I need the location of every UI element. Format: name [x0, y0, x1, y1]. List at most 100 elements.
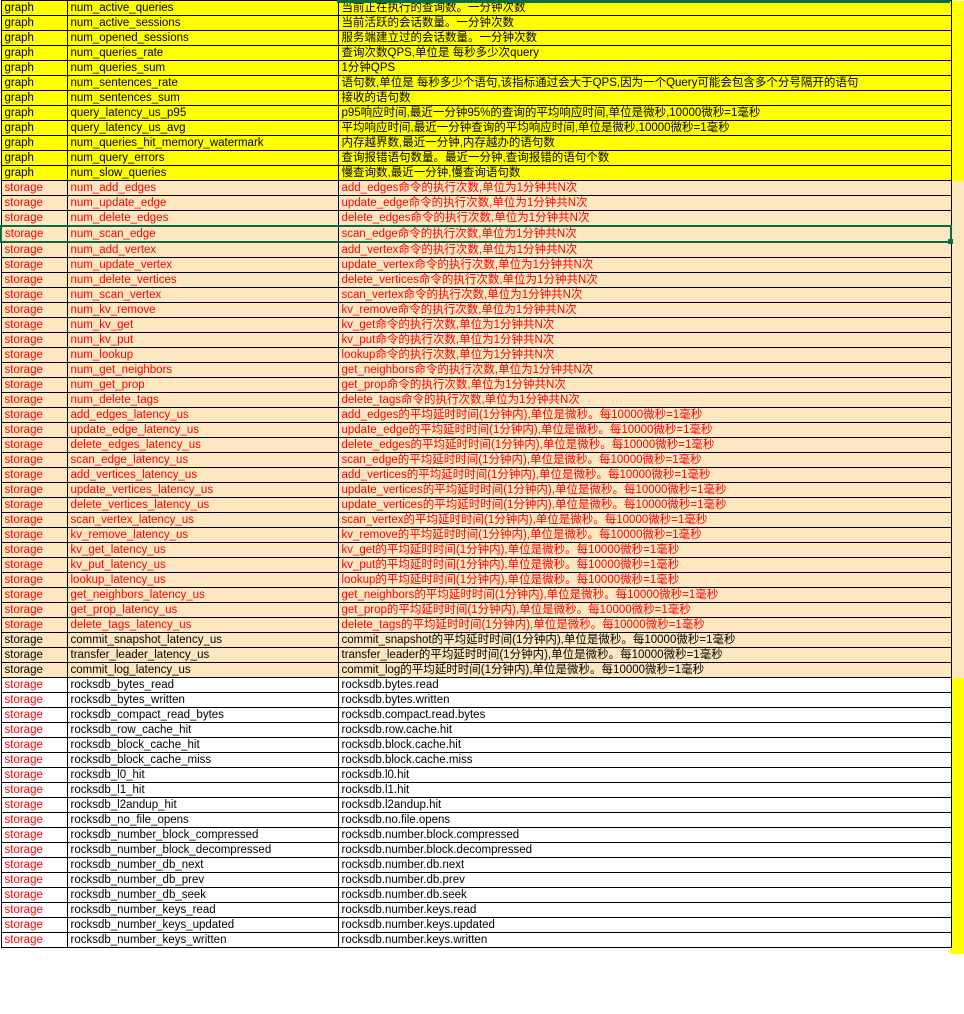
cell-description[interactable]: update_edge的平均延时时间(1分钟内),单位是微秒。每10000微秒=… — [337, 422, 952, 438]
cell-description[interactable]: rocksdb.no.file.opens — [337, 812, 952, 828]
cell-metric[interactable]: query_latency_us_p95 — [66, 105, 339, 121]
table-row[interactable]: storage num_kv_get kv_get命令的执行次数,单位为1分钟共N次 — [0, 317, 952, 333]
cell-metric[interactable]: get_neighbors_latency_us — [66, 587, 339, 603]
cell-metric[interactable]: rocksdb_number_block_decompressed — [66, 842, 339, 858]
cell-metric[interactable]: rocksdb_no_file_opens — [66, 812, 339, 828]
cell-description[interactable]: 1分钟QPS — [337, 60, 952, 76]
table-row[interactable]: graph num_query_errors 查询报错语句数量。最近一分钟,查询报错… — [0, 150, 952, 166]
cell-description[interactable]: delete_tags命令的执行次数,单位为1分钟共N次 — [337, 392, 952, 408]
cell-component[interactable]: storage — [0, 437, 68, 453]
cell-description[interactable]: get_neighbors命令的执行次数,单位为1分钟共N次 — [337, 362, 952, 378]
cell-description[interactable]: rocksdb.number.keys.updated — [337, 917, 952, 933]
cell-description[interactable]: scan_edge命令的执行次数,单位为1分钟共N次 — [337, 225, 952, 243]
table-row[interactable]: storage num_delete_edges delete_edges命令的执行… — [0, 210, 952, 227]
cell-component[interactable]: graph — [0, 0, 68, 16]
cell-component[interactable]: storage — [0, 195, 68, 211]
table-row[interactable]: storage kv_remove_latency_us kv_remove的平均延… — [0, 527, 952, 543]
cell-metric[interactable]: num_scan_edge — [66, 225, 339, 243]
cell-component[interactable]: storage — [0, 225, 68, 243]
cell-metric[interactable]: rocksdb_l1_hit — [66, 782, 339, 798]
cell-metric[interactable]: num_queries_sum — [66, 60, 339, 76]
cell-component[interactable]: graph — [0, 30, 68, 46]
cell-description[interactable]: 平均响应时间,最近一分钟查询的平均响应时间,单位是微秒,10000微秒=1毫秒 — [337, 120, 952, 136]
cell-component[interactable]: storage — [0, 647, 68, 663]
cell-metric[interactable]: kv_remove_latency_us — [66, 527, 339, 543]
cell-metric[interactable]: rocksdb_number_db_prev — [66, 872, 339, 888]
cell-component[interactable]: storage — [0, 210, 68, 227]
cell-component[interactable]: storage — [0, 932, 68, 948]
cell-component[interactable]: storage — [0, 587, 68, 603]
cell-component[interactable]: storage — [0, 362, 68, 378]
cell-component[interactable]: graph — [0, 75, 68, 91]
cell-metric[interactable]: num_update_vertex — [66, 257, 339, 273]
table-row[interactable]: storage rocksdb_number_keys_written rocksd… — [0, 932, 952, 948]
cell-component[interactable]: storage — [0, 572, 68, 588]
table-row[interactable]: storage delete_edges_latency_us delete_edg… — [0, 437, 952, 453]
table-row[interactable]: storage num_add_vertex add_vertex命令的执行次数,单… — [0, 241, 952, 258]
spreadsheet-canvas[interactable]: graph num_active_queries 当前正在执行的查询数。一分钟次数 g… — [0, 0, 964, 1014]
cell-description[interactable]: delete_tags的平均延时时间(1分钟内),单位是微秒。每10000微秒=… — [337, 617, 952, 633]
cell-description[interactable]: update_vertices的平均延时时间(1分钟内),单位是微秒。每1000… — [337, 482, 952, 498]
cell-description[interactable]: 内存越界数,最近一分钟,内存越办的语句数 — [337, 135, 952, 151]
cell-description[interactable]: scan_edge的平均延时时间(1分钟内),单位是微秒。每10000微秒=1毫… — [337, 452, 952, 468]
cell-component[interactable]: storage — [0, 557, 68, 573]
table-row[interactable]: storage rocksdb_l0_hit rocksdb.l0.hit — [0, 767, 952, 783]
cell-component[interactable]: storage — [0, 257, 68, 273]
cell-component[interactable]: graph — [0, 60, 68, 76]
cell-metric[interactable]: commit_log_latency_us — [66, 662, 339, 678]
cell-description[interactable]: kv_get命令的执行次数,单位为1分钟共N次 — [337, 317, 952, 333]
table-row[interactable]: storage add_vertices_latency_us add_vertic… — [0, 467, 952, 483]
cell-metric[interactable]: num_get_neighbors — [66, 362, 339, 378]
cell-component[interactable]: graph — [0, 150, 68, 166]
cell-component[interactable]: storage — [0, 241, 68, 258]
table-row[interactable]: graph query_latency_us_avg 平均响应时间,最近一分钟查询的… — [0, 120, 952, 136]
cell-component[interactable]: graph — [0, 105, 68, 121]
cell-description[interactable]: rocksdb.number.block.decompressed — [337, 842, 952, 858]
cell-metric[interactable]: get_prop_latency_us — [66, 602, 339, 618]
table-row[interactable]: storage rocksdb_no_file_opens rocksdb.no.f… — [0, 812, 952, 828]
table-row[interactable]: graph num_sentences_rate 语句数,单位是 每秒多少个语句,该… — [0, 75, 952, 91]
table-row[interactable]: storage commit_snapshot_latency_us commit_… — [0, 632, 952, 648]
cell-component[interactable]: storage — [0, 617, 68, 633]
cell-metric[interactable]: rocksdb_number_db_seek — [66, 887, 339, 903]
cell-component[interactable]: storage — [0, 782, 68, 798]
cell-metric[interactable]: num_update_edge — [66, 195, 339, 211]
table-row[interactable]: storage num_scan_edge scan_edge命令的执行次数,单位为… — [0, 225, 952, 243]
table-row[interactable]: storage update_edge_latency_us update_edge… — [0, 422, 952, 438]
cell-metric[interactable]: num_lookup — [66, 347, 339, 363]
cell-component[interactable]: storage — [0, 407, 68, 423]
cell-description[interactable]: rocksdb.number.keys.written — [337, 932, 952, 948]
table-row[interactable]: storage rocksdb_row_cache_hit rocksdb.row.… — [0, 722, 952, 738]
cell-component[interactable]: storage — [0, 767, 68, 783]
cell-component[interactable]: storage — [0, 632, 68, 648]
cell-metric[interactable]: commit_snapshot_latency_us — [66, 632, 339, 648]
cell-metric[interactable]: rocksdb_number_keys_read — [66, 902, 339, 918]
cell-description[interactable]: delete_edges命令的执行次数,单位为1分钟共N次 — [337, 210, 952, 227]
cell-description[interactable]: get_prop的平均延时时间(1分钟内),单位是微秒。每10000微秒=1毫秒 — [337, 602, 952, 618]
cell-component[interactable]: storage — [0, 422, 68, 438]
cell-description[interactable]: kv_put的平均延时时间(1分钟内),单位是微秒。每10000微秒=1毫秒 — [337, 557, 952, 573]
cell-component[interactable]: storage — [0, 872, 68, 888]
cell-description[interactable]: lookup的平均延时时间(1分钟内),单位是微秒。每10000微秒=1毫秒 — [337, 572, 952, 588]
table-row[interactable]: storage get_neighbors_latency_us get_neigh… — [0, 587, 952, 603]
cell-description[interactable]: rocksdb.block.cache.miss — [337, 752, 952, 768]
cell-description[interactable]: rocksdb.bytes.read — [337, 677, 952, 693]
cell-description[interactable]: get_neighbors的平均延时时间(1分钟内),单位是微秒。每10000微… — [337, 587, 952, 603]
table-row[interactable]: storage num_update_edge update_edge命令的执行次数… — [0, 195, 952, 211]
cell-component[interactable]: storage — [0, 662, 68, 678]
cell-description[interactable]: 当前活跃的会话数量。一分钟次数 — [337, 15, 952, 31]
cell-metric[interactable]: num_queries_rate — [66, 45, 339, 61]
cell-component[interactable]: storage — [0, 842, 68, 858]
cell-component[interactable]: storage — [0, 347, 68, 363]
cell-description[interactable]: kv_remove的平均延时时间(1分钟内),单位是微秒。每10000微秒=1毫… — [337, 527, 952, 543]
cell-description[interactable]: rocksdb.l0.hit — [337, 767, 952, 783]
table-row[interactable]: storage lookup_latency_us lookup的平均延时时间(1分… — [0, 572, 952, 588]
cell-metric[interactable]: num_delete_tags — [66, 392, 339, 408]
cell-metric[interactable]: rocksdb_compact_read_bytes — [66, 707, 339, 723]
cell-component[interactable]: storage — [0, 602, 68, 618]
cell-description[interactable]: rocksdb.compact.read.bytes — [337, 707, 952, 723]
cell-component[interactable]: storage — [0, 887, 68, 903]
cell-description[interactable]: 语句数,单位是 每秒多少个语句,该指标通过会大于QPS,因为一个Query可能会… — [337, 75, 952, 91]
cell-component[interactable]: graph — [0, 15, 68, 31]
cell-component[interactable]: graph — [0, 90, 68, 106]
